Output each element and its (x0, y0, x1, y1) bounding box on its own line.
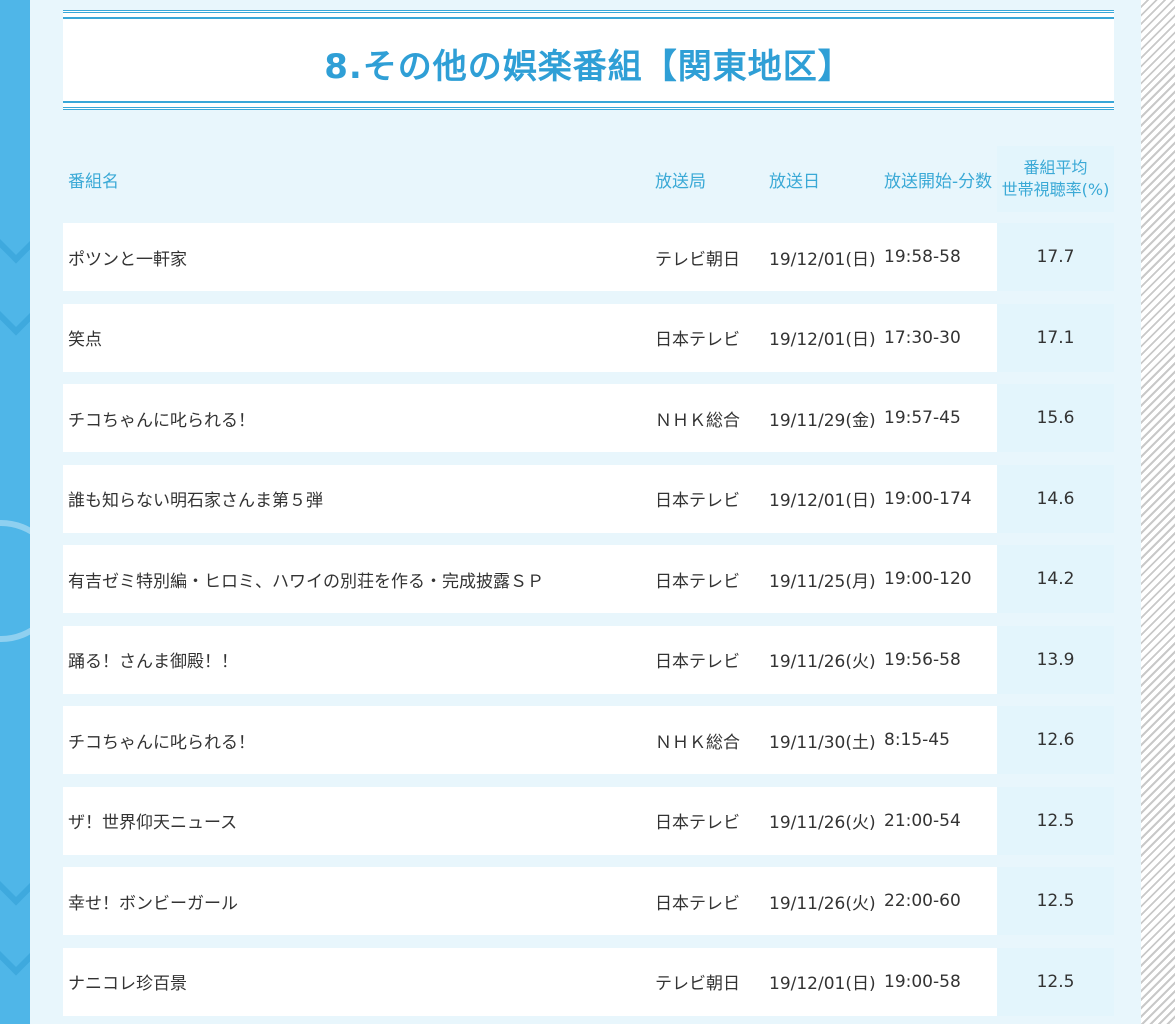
date-cell: 19/12/01(日) (769, 491, 876, 511)
station-cell: 日本テレビ (655, 652, 740, 672)
station-cell: ＮＨＫ総合 (655, 410, 740, 431)
table-row: チコちゃんに叱られる！ ＮＨＫ総合 19/11/30(土) 8:15-45 12.6 (63, 706, 1114, 774)
program-name-cell: ナニコレ珍百景 (68, 974, 187, 994)
section-title-box: 8.その他の娯楽番組【関東地区】 (63, 10, 1114, 110)
start-duration-cell: 21:00-54 (884, 810, 961, 831)
table-row: 有吉ゼミ特別編・ヒロミ、ハワイの別荘を作る・完成披露ＳＰ 日本テレビ 19/11/2… (63, 545, 1114, 613)
rating-cell: 13.9 (997, 625, 1114, 694)
rating-cell: 12.5 (997, 867, 1114, 935)
program-name-cell: ザ！世界仰天ニュース (68, 813, 238, 833)
start-duration-cell: 19:57-45 (884, 408, 961, 428)
start-duration-cell: 17:30-30 (884, 327, 961, 348)
rating-cell: 12.5 (997, 786, 1114, 855)
left-decorative-band (0, 0, 30, 1024)
chevron-down-icon (0, 854, 30, 906)
station-cell: 日本テレビ (655, 571, 740, 592)
start-duration-cell: 19:00-58 (884, 971, 961, 992)
station-cell: テレビ朝日 (655, 249, 740, 270)
rating-cell: 17.7 (997, 223, 1114, 291)
station-cell: ＮＨＫ総合 (655, 732, 740, 753)
main-content: 8.その他の娯楽番組【関東地区】 番組名 放送局 放送日 放送開始-分数 番組平… (30, 0, 1141, 1024)
rating-cell: 14.6 (997, 464, 1114, 533)
program-name-cell: 誰も知らない明石家さんま第５弾 (68, 491, 323, 511)
table-row: 踊る！さんま御殿！！ 日本テレビ 19/11/26(火) 19:56-58 13.9 (63, 625, 1114, 694)
date-cell: 19/12/01(日) (769, 330, 876, 350)
date-cell: 19/11/26(火) (769, 893, 876, 914)
start-duration-cell: 19:58-58 (884, 247, 961, 267)
decorative-ring (0, 520, 30, 642)
date-cell: 19/11/30(土) (769, 732, 876, 753)
section-title: 8.その他の娯楽番組【関東地区】 (324, 47, 853, 87)
date-cell: 19/12/01(日) (769, 974, 876, 994)
date-cell: 19/12/01(日) (769, 249, 876, 270)
date-cell: 19/11/26(火) (769, 813, 876, 833)
program-name-cell: 有吉ゼミ特別編・ヒロミ、ハワイの別荘を作る・完成披露ＳＰ (68, 571, 544, 592)
header-program-name: 番組名 (68, 171, 119, 192)
program-name-cell: チコちゃんに叱られる！ (68, 410, 255, 431)
program-name-cell: ポツンと一軒家 (68, 249, 187, 270)
date-cell: 19/11/26(火) (769, 652, 876, 672)
header-date: 放送日 (769, 171, 820, 192)
table-row: チコちゃんに叱られる！ ＮＨＫ総合 19/11/29(金) 19:57-45 15.6 (63, 384, 1114, 452)
program-name-cell: 笑点 (68, 330, 102, 350)
date-cell: 19/11/29(金) (769, 410, 876, 431)
date-cell: 19/11/25(月) (769, 571, 876, 592)
header-start-duration: 放送開始-分数 (884, 171, 993, 192)
rating-cell: 14.2 (997, 545, 1114, 613)
start-duration-cell: 8:15-45 (884, 730, 950, 750)
header-rating: 番組平均 世帯視聴率(%) (997, 146, 1114, 212)
rating-cell: 12.6 (997, 706, 1114, 774)
table-row: 誰も知らない明石家さんま第５弾 日本テレビ 19/12/01(日) 19:00-174… (63, 464, 1114, 533)
station-cell: テレビ朝日 (655, 974, 740, 994)
program-name-cell: 踊る！さんま御殿！！ (68, 652, 238, 672)
station-cell: 日本テレビ (655, 330, 740, 350)
station-cell: 日本テレビ (655, 893, 740, 914)
rating-cell: 17.1 (997, 303, 1114, 372)
table-row: ポツンと一軒家 テレビ朝日 19/12/01(日) 19:58-58 17.7 (63, 223, 1114, 291)
table-row: 幸せ！ボンビーガール 日本テレビ 19/11/26(火) 22:00-60 12.5 (63, 867, 1114, 935)
table-row: ナニコレ珍百景 テレビ朝日 19/12/01(日) 19:00-58 12.5 (63, 947, 1114, 1016)
station-cell: 日本テレビ (655, 813, 740, 833)
rating-cell: 15.6 (997, 384, 1114, 452)
start-duration-cell: 19:00-120 (884, 569, 972, 589)
table-header: 番組名 放送局 放送日 放送開始-分数 番組平均 世帯視聴率(%) (63, 146, 1114, 212)
chevron-down-icon (0, 284, 30, 336)
station-cell: 日本テレビ (655, 491, 740, 511)
table-row: ザ！世界仰天ニュース 日本テレビ 19/11/26(火) 21:00-54 12.5 (63, 786, 1114, 855)
chevron-down-icon (0, 212, 30, 264)
header-station: 放送局 (655, 171, 706, 192)
ratings-table: 番組名 放送局 放送日 放送開始-分数 番組平均 世帯視聴率(%) ポツンと一軒… (63, 146, 1114, 1016)
chevron-down-icon (0, 924, 30, 976)
start-duration-cell: 22:00-60 (884, 891, 961, 911)
start-duration-cell: 19:56-58 (884, 649, 961, 670)
right-decorative-stripes (1141, 0, 1175, 1024)
program-name-cell: チコちゃんに叱られる！ (68, 732, 255, 753)
rating-cell: 12.5 (997, 947, 1114, 1016)
program-name-cell: 幸せ！ボンビーガール (68, 893, 238, 914)
header-rating-line1: 番組平均 (1023, 158, 1088, 177)
table-row: 笑点 日本テレビ 19/12/01(日) 17:30-30 17.1 (63, 303, 1114, 372)
start-duration-cell: 19:00-174 (884, 488, 972, 509)
header-rating-line2: 世帯視聴率(%) (1001, 180, 1110, 199)
